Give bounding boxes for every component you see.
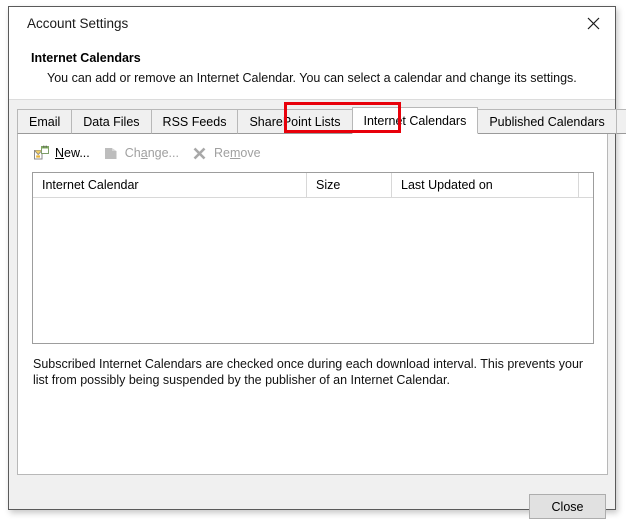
title-bar: Account Settings <box>9 7 615 43</box>
change-button[interactable]: Change... <box>98 141 187 165</box>
tab-internet-calendars[interactable]: Internet Calendars <box>351 107 479 134</box>
tab-sharepoint-lists[interactable]: SharePoint Lists <box>237 109 353 134</box>
new-button-label: New... <box>55 146 90 160</box>
page-description: You can add or remove an Internet Calend… <box>47 71 577 85</box>
remove-x-icon <box>191 144 209 162</box>
subscription-note: Subscribed Internet Calendars are checke… <box>33 357 584 387</box>
tab-rss-feeds[interactable]: RSS Feeds <box>150 109 239 134</box>
change-button-label: Change... <box>124 146 179 160</box>
close-button[interactable]: Close <box>529 494 606 519</box>
account-settings-dialog: Account Settings Internet Calendars You … <box>8 6 626 519</box>
page-title: Internet Calendars <box>31 51 141 65</box>
list-body-empty <box>33 198 593 343</box>
column-header-filler <box>579 173 593 197</box>
list-header-row: Internet Calendar Size Last Updated on <box>33 173 593 198</box>
column-header-last-updated-on[interactable]: Last Updated on <box>392 173 579 197</box>
new-calendar-icon <box>32 144 50 162</box>
column-header-size[interactable]: Size <box>307 173 392 197</box>
tab-data-files[interactable]: Data Files <box>71 109 152 134</box>
remove-button[interactable]: Remove <box>187 141 269 165</box>
tab-zone: Email Data Files RSS Feeds SharePoint Li… <box>9 100 626 519</box>
tab-label: Internet Calendars <box>363 114 467 128</box>
calendar-toolbar: New... Change... Remove <box>28 140 269 166</box>
tab-email[interactable]: Email <box>17 109 73 134</box>
tab-address-books[interactable]: Address Books <box>615 109 626 134</box>
new-button[interactable]: New... <box>28 141 98 165</box>
tab-label: Published Calendars <box>489 115 605 129</box>
dialog-footer: Close <box>9 475 615 519</box>
tab-published-calendars[interactable]: Published Calendars <box>477 109 617 134</box>
internet-calendar-list[interactable]: Internet Calendar Size Last Updated on <box>32 172 594 344</box>
change-icon <box>102 144 120 162</box>
internet-calendars-panel: New... Change... Remove Internet Calenda… <box>17 133 608 475</box>
remove-button-label: Remove <box>213 146 261 160</box>
close-icon <box>587 17 599 30</box>
column-header-internet-calendar[interactable]: Internet Calendar <box>33 173 307 197</box>
dialog-header: Internet Calendars You can add or remove… <box>9 43 615 99</box>
tab-strip: Email Data Files RSS Feeds SharePoint Li… <box>17 107 626 134</box>
window-title: Account Settings <box>27 16 129 31</box>
tab-label: SharePoint Lists <box>249 115 341 129</box>
tab-label: Data Files <box>83 115 140 129</box>
tab-label: RSS Feeds <box>162 115 227 129</box>
window-close-button[interactable] <box>571 7 615 40</box>
tab-label: Email <box>29 115 61 129</box>
